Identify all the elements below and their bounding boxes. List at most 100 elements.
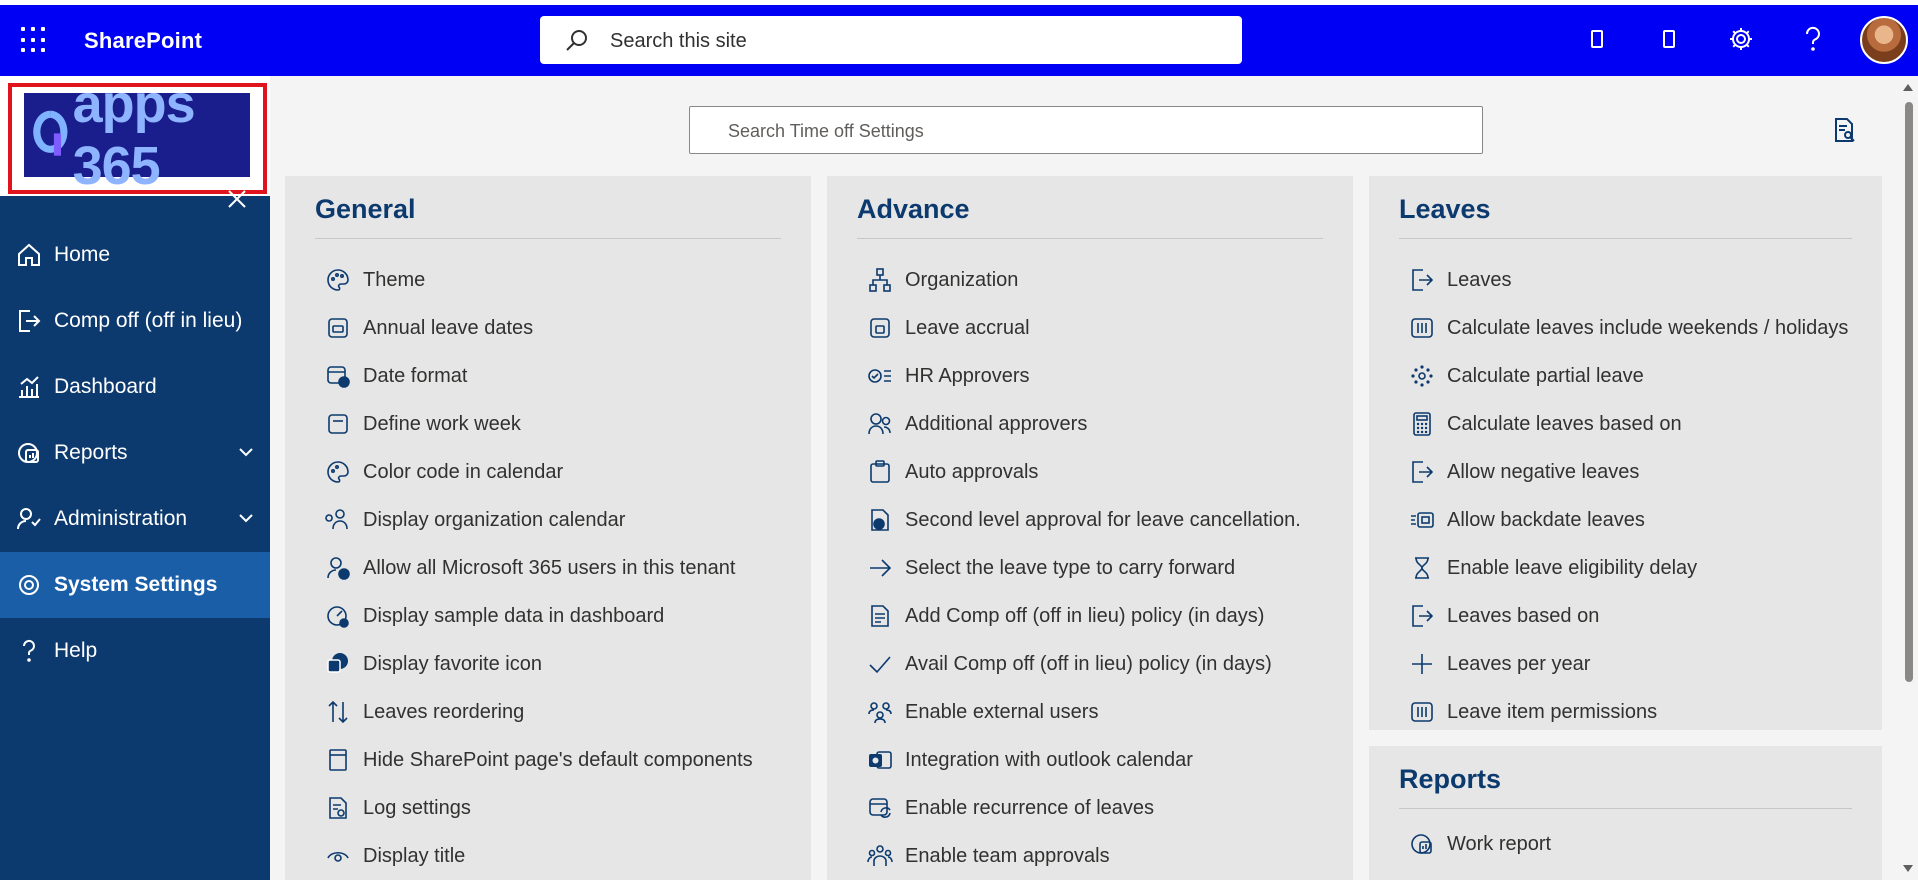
settings-search-input[interactable]: Search Time off Settings (689, 106, 1483, 154)
mobile-icon[interactable] (1580, 22, 1614, 56)
setting-label: Enable leave eligibility delay (1447, 556, 1698, 579)
setting-partial-leave[interactable]: Calculate partial leave (1409, 352, 1848, 400)
mobile-icon[interactable] (1652, 22, 1686, 56)
setting-leaves[interactable]: Leaves (1409, 256, 1848, 304)
setting-avail-comp-off-policy[interactable]: Avail Comp off (off in lieu) policy (in … (867, 640, 1301, 688)
panel-general: General Theme Annual leave dates Date fo… (285, 176, 811, 880)
gear-icon[interactable] (1724, 22, 1758, 56)
setting-label: Allow backdate leaves (1447, 508, 1645, 531)
setting-hr-approvers[interactable]: HR Approvers (867, 352, 1301, 400)
nav-item-reports[interactable]: Reports (0, 420, 270, 486)
setting-leave-accrual[interactable]: Leave accrual (867, 304, 1301, 352)
suite-bar: SharePoint Search this site (0, 0, 1918, 76)
signout-icon (1412, 461, 1434, 483)
setting-label: Leaves based on (1447, 604, 1600, 627)
setting-date-format[interactable]: Date format (325, 352, 753, 400)
apps365-logo[interactable]: apps 365 (24, 74, 250, 196)
waffle-icon[interactable] (21, 27, 47, 53)
scroll-down-icon[interactable] (1902, 862, 1914, 874)
chevron-down-icon[interactable] (236, 508, 256, 528)
setting-backdate-leaves[interactable]: Allow backdate leaves (1409, 496, 1848, 544)
columns-icon (1411, 318, 1433, 338)
setting-carry-forward[interactable]: Select the leave type to carry forward (867, 544, 1301, 592)
logo-highlight-frame: apps 365 (8, 74, 267, 196)
document-search-icon[interactable] (1830, 116, 1858, 144)
left-navigation: apps 365 Home Comp off (off in lieu) Das… (0, 74, 270, 880)
columns-icon (1411, 702, 1433, 722)
setting-add-comp-off-policy[interactable]: Add Comp off (off in lieu) policy (in da… (867, 592, 1301, 640)
setting-hide-default-components[interactable]: Hide SharePoint page's default component… (325, 736, 753, 784)
setting-leaves-reordering[interactable]: Leaves reordering (325, 688, 753, 736)
help-icon[interactable] (1796, 22, 1830, 56)
sort-icon (328, 700, 348, 724)
setting-define-work-week[interactable]: Define work week (325, 400, 753, 448)
setting-label: Leave accrual (905, 316, 1030, 339)
setting-eligibility-delay[interactable]: Enable leave eligibility delay (1409, 544, 1848, 592)
setting-include-weekends[interactable]: Calculate leaves include weekends / holi… (1409, 304, 1848, 352)
panel-title: Leaves (1399, 194, 1491, 224)
nav-item-help[interactable]: Help (0, 618, 270, 684)
setting-negative-leaves[interactable]: Allow negative leaves (1409, 448, 1848, 496)
setting-favorite-icon[interactable]: Display favorite icon (325, 640, 753, 688)
setting-leaves-based-on[interactable]: Leaves based on (1409, 592, 1848, 640)
setting-external-users[interactable]: Enable external users (867, 688, 1301, 736)
nav-item-label: Home (54, 243, 111, 266)
setting-display-org-calendar[interactable]: Display organization calendar (325, 496, 753, 544)
window-icon (329, 749, 347, 771)
setting-second-level-approval[interactable]: Second level approval for leave cancella… (867, 496, 1301, 544)
avatar[interactable] (1860, 16, 1908, 64)
setting-work-report[interactable]: Work report (1409, 820, 1551, 868)
setting-item-permissions[interactable]: Leave item permissions (1409, 688, 1848, 736)
setting-leaves-based-calc[interactable]: Calculate leaves based on (1409, 400, 1848, 448)
setting-auto-approvals[interactable]: Auto approvals (867, 448, 1301, 496)
palette-icon (327, 461, 349, 483)
nav-item-dashboard[interactable]: Dashboard (0, 354, 270, 420)
setting-color-code[interactable]: Color code in calendar (325, 448, 753, 496)
panel-title: Reports (1399, 764, 1502, 794)
scroll-up-icon[interactable] (1902, 82, 1914, 94)
calendar-clock-icon (327, 366, 350, 388)
signout-icon (19, 310, 41, 332)
search-icon (566, 30, 587, 51)
setting-sample-data[interactable]: Display sample data in dashboard (325, 592, 753, 640)
nav-item-comp-off[interactable]: Comp off (off in lieu) (0, 288, 270, 354)
setting-recurrence[interactable]: Enable recurrence of leaves (867, 784, 1301, 832)
setting-label: Organization (905, 268, 1019, 291)
setting-label: Calculate leaves include weekends / holi… (1447, 316, 1849, 339)
gear-icon (19, 575, 39, 595)
nav-item-home[interactable]: Home (0, 222, 270, 288)
close-icon[interactable] (226, 188, 248, 210)
org-chart-icon (869, 268, 891, 292)
setting-outlook-integration[interactable]: Integration with outlook calendar (867, 736, 1301, 784)
setting-label: Color code in calendar (363, 460, 564, 483)
nav-item-system-settings[interactable]: System Settings (0, 552, 270, 618)
setting-team-approvals[interactable]: Enable team approvals (867, 832, 1301, 880)
scrollbar-thumb[interactable] (1905, 102, 1913, 682)
chart-icon (19, 376, 39, 398)
setting-annual-leave-dates[interactable]: Annual leave dates (325, 304, 753, 352)
nav-item-administration[interactable]: Administration (0, 486, 270, 552)
setting-label: Display sample data in dashboard (363, 604, 665, 627)
setting-leaves-per-year[interactable]: Leaves per year (1409, 640, 1848, 688)
setting-label: Date format (363, 364, 468, 387)
setting-label: Avail Comp off (off in lieu) policy (in … (905, 652, 1272, 675)
setting-theme[interactable]: Theme (325, 256, 753, 304)
setting-label: Work report (1447, 832, 1552, 855)
document-check-icon (871, 509, 889, 531)
setting-allow-all-users[interactable]: Allow all Microsoft 365 users in this te… (325, 544, 753, 592)
setting-display-title[interactable]: Display title (325, 832, 753, 880)
site-search-box[interactable]: Search this site (540, 16, 1242, 64)
setting-label: Leaves per year (1447, 652, 1591, 675)
chevron-down-icon[interactable] (236, 442, 256, 462)
settings-list: Work report (1409, 820, 1551, 868)
setting-additional-approvers[interactable]: Additional approvers (867, 400, 1301, 448)
divider (1399, 238, 1852, 239)
site-search-placeholder: Search this site (610, 30, 747, 52)
setting-log-settings[interactable]: Log settings (325, 784, 753, 832)
app-name[interactable]: SharePoint (84, 28, 202, 54)
setting-organization[interactable]: Organization (867, 256, 1301, 304)
vertical-scrollbar[interactable] (1898, 76, 1918, 880)
panel-title: Advance (857, 194, 970, 224)
setting-label: HR Approvers (905, 364, 1030, 387)
report-icon (18, 443, 39, 463)
